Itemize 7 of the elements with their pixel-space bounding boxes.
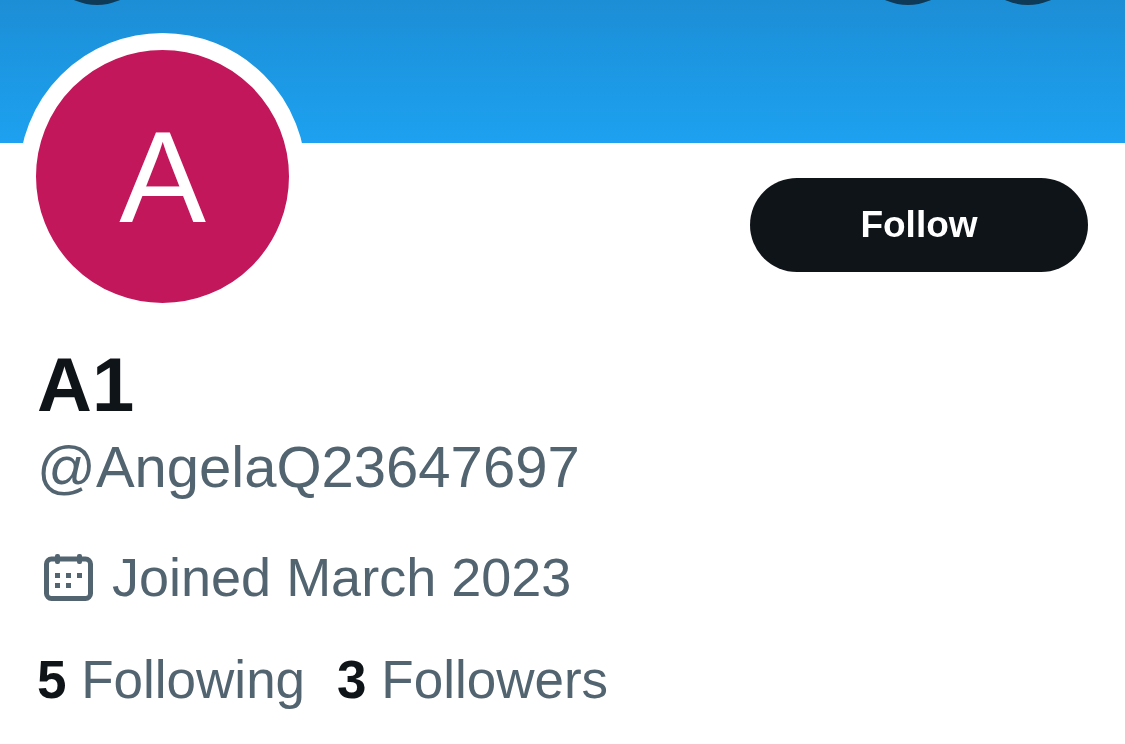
follow-button[interactable]: Follow xyxy=(750,178,1088,272)
stat-link[interactable]: 5 Following xyxy=(37,648,306,712)
calendar-icon xyxy=(44,553,93,601)
user-handle: @AngelaQ23647697 xyxy=(37,433,581,501)
display-name: A1 xyxy=(37,341,136,428)
joined-date: Joined March 2023 xyxy=(112,546,572,609)
stat-link[interactable]: 3 Followers xyxy=(337,648,609,712)
